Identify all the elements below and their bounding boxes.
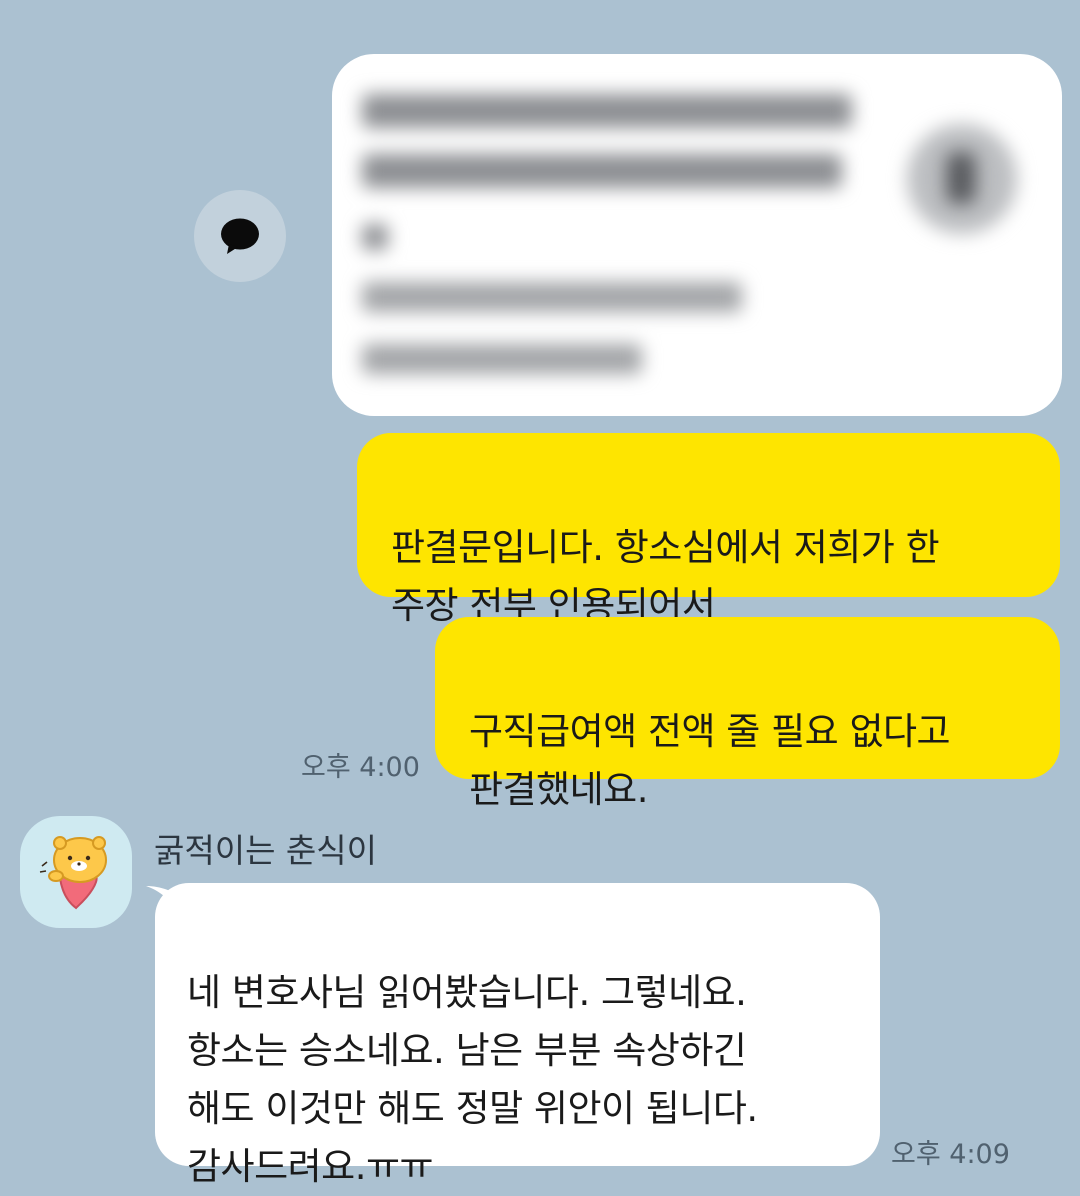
- sender-name: 굵적이는 춘식이: [154, 831, 378, 870]
- message-text: 네 변호사님 읽어봤습니다. 그렇네요. 항소는 승소네요. 남은 부분 속상하…: [187, 971, 758, 1188]
- message-text: 구직급여액 전액 줄 필요 없다고 판결했네요.: [469, 710, 951, 811]
- outgoing-message-bubble[interactable]: 판결문입니다. 항소심에서 저희가 한 주장 전부 인용되어서: [357, 433, 1060, 627]
- message-timestamp: 오후 4:09: [891, 1139, 1010, 1170]
- share-button[interactable]: [194, 190, 286, 282]
- message-text: 판결문입니다. 항소심에서 저희가 한 주장 전부 인용되어서: [391, 526, 940, 627]
- incoming-message-bubble[interactable]: 네 변호사님 읽어봤습니다. 그렇네요. 항소는 승소네요. 남은 부분 속상하…: [155, 883, 880, 1188]
- speech-bubble-icon: [221, 218, 259, 254]
- blurred-preview-content: [332, 54, 1062, 416]
- outgoing-message-bubble[interactable]: 구직급여액 전액 줄 필요 없다고 판결했네요.: [435, 617, 1060, 811]
- message-timestamp: 오후 4:00: [301, 752, 420, 783]
- chunsik-character-icon: [39, 836, 107, 910]
- link-preview-card[interactable]: [332, 54, 1062, 416]
- sender-avatar[interactable]: [20, 816, 132, 928]
